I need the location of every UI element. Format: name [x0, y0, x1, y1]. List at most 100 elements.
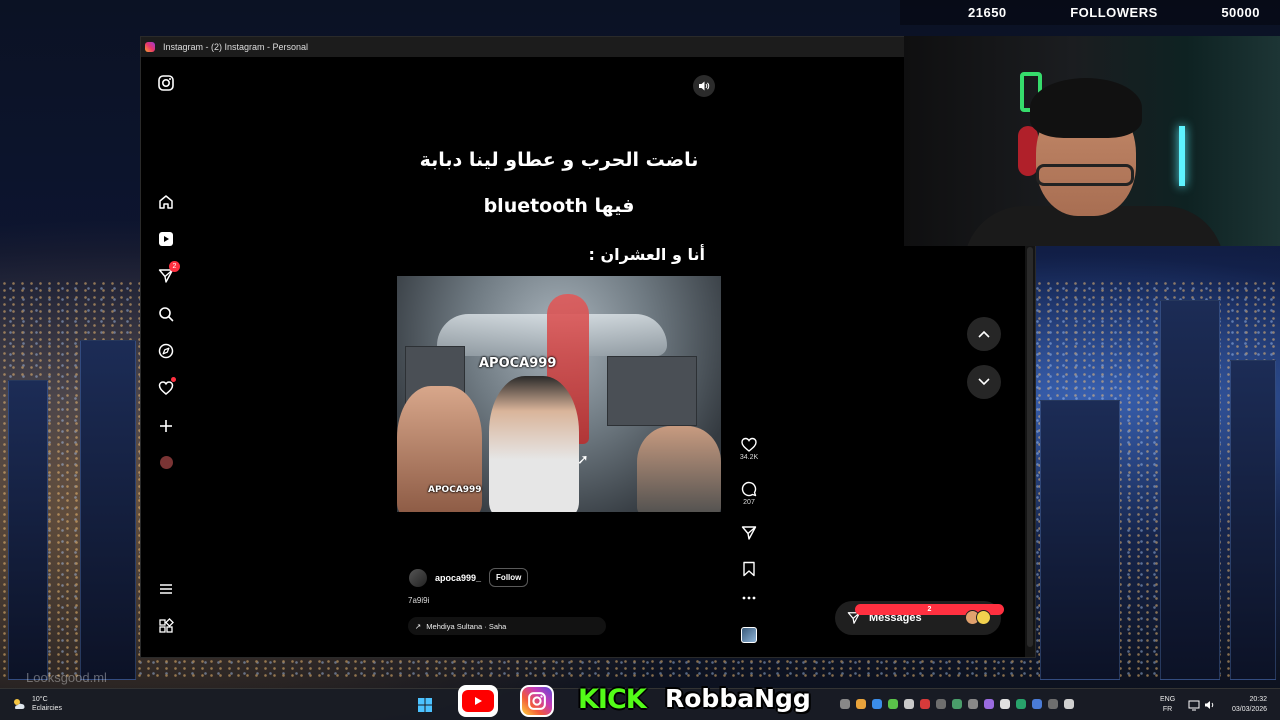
window-title: Instagram - (2) Instagram - Personal: [163, 42, 309, 52]
neon-light: [1179, 126, 1185, 186]
streamer-hair: [1030, 78, 1142, 138]
comment-button[interactable]: 207: [737, 481, 761, 506]
author-username[interactable]: apoca999_: [435, 573, 481, 583]
avatar[interactable]: [409, 568, 427, 587]
window-titlebar[interactable]: Instagram - (2) Instagram - Personal: [141, 37, 1035, 57]
comment-count: 207: [743, 499, 755, 506]
tray-icon[interactable]: [1064, 699, 1074, 709]
tray-icon[interactable]: [1032, 699, 1042, 709]
explore-icon[interactable]: [155, 340, 177, 362]
reels-icon[interactable]: [155, 228, 177, 250]
menu-icon[interactable]: [155, 578, 177, 600]
reel-author: apoca999_ Follow: [409, 568, 529, 587]
building: [80, 340, 136, 680]
tray-icon[interactable]: [840, 699, 850, 709]
volume-icon[interactable]: [1202, 697, 1218, 713]
video-background: [607, 356, 697, 426]
temperature: 10°C: [32, 696, 48, 703]
audio-track[interactable]: ↗ Mehdiya Sultana · Saha: [408, 617, 606, 635]
reel-player[interactable]: ناضت الحرب و عطاو لينا دبابة فيها blueto…: [397, 69, 721, 647]
messages-icon[interactable]: 2: [155, 261, 180, 287]
message-avatars: [965, 610, 991, 625]
tray-icon[interactable]: [888, 699, 898, 709]
building: [1160, 300, 1220, 680]
like-count: 34.2K: [739, 454, 759, 461]
avatar: [976, 610, 991, 625]
video-watermark: APOCA999: [428, 485, 482, 495]
video-watermark: APOCA999: [479, 356, 557, 371]
keyboard-layout: FR: [1162, 706, 1173, 713]
follower-goal-overlay: 21650 FOLLOWERS 50000: [900, 0, 1280, 25]
tray-icon[interactable]: [936, 699, 946, 709]
follower-goal: 50000: [1221, 5, 1260, 20]
audio-thumbnail[interactable]: [741, 627, 757, 643]
reel-caption-line: ناضت الحرب و عطاو لينا دبابة: [419, 149, 699, 171]
audio-track-label: Mehdiya Sultana · Saha: [426, 621, 507, 631]
tray-icon[interactable]: [984, 699, 994, 709]
follower-count: 21650: [968, 5, 1007, 20]
next-reel-button[interactable]: [967, 365, 1001, 399]
watermark: Looksgood.ml: [26, 670, 107, 685]
reel-video[interactable]: APOCA999 APOCA999 ➚: [397, 276, 721, 512]
comment-icon: [741, 481, 757, 497]
tray-icon[interactable]: [1000, 699, 1010, 709]
home-icon[interactable]: [155, 191, 177, 213]
language-indicator[interactable]: ENG FR: [1160, 695, 1175, 715]
tray-icon[interactable]: [872, 699, 882, 709]
heart-icon: [741, 437, 757, 452]
speaker-icon: [699, 81, 710, 91]
tray-icon[interactable]: [952, 699, 962, 709]
messages-button[interactable]: 2 Messages: [835, 601, 1004, 635]
tray-icon[interactable]: [1016, 699, 1026, 709]
tray-icon[interactable]: [856, 699, 866, 709]
youtube-logo: [458, 685, 498, 717]
more-apps-icon[interactable]: [155, 615, 177, 637]
follower-label: FOLLOWERS: [1070, 5, 1158, 20]
messages-badge: 2: [169, 261, 180, 272]
reel-caption-line: فيها bluetooth: [483, 195, 635, 217]
tray-icon[interactable]: [968, 699, 978, 709]
system-tray: [840, 699, 1074, 709]
building: [1230, 360, 1276, 680]
instagram-window: Instagram - (2) Instagram - Personal 2 ن…: [140, 36, 1036, 658]
weather-condition: Eclaircies: [32, 705, 62, 712]
clock[interactable]: 20:32 03/03/2026: [1232, 695, 1267, 715]
chevron-down-icon: [978, 378, 990, 386]
chevron-up-icon: [978, 330, 990, 338]
like-button[interactable]: 34.2K: [737, 437, 761, 461]
building: [1040, 400, 1120, 680]
language-code: ENG: [1160, 696, 1176, 703]
share-icon: [741, 526, 757, 540]
wifi-icon[interactable]: [1186, 697, 1202, 713]
instagram-logo: [520, 685, 554, 717]
tray-icon[interactable]: [1048, 699, 1058, 709]
weather-widget[interactable]: 10°C Eclaircies: [12, 695, 62, 713]
instagram-logo-icon[interactable]: [155, 72, 177, 94]
create-icon[interactable]: [155, 415, 177, 437]
search-icon[interactable]: [155, 303, 177, 325]
mouse-cursor-icon: ➚: [577, 451, 589, 467]
more-options-button[interactable]: [737, 595, 761, 601]
more-dots-icon: [742, 596, 756, 600]
follow-button[interactable]: Follow: [489, 568, 529, 587]
tray-icon[interactable]: [904, 699, 914, 709]
notifications-icon[interactable]: [155, 377, 177, 399]
partly-cloudy-icon: [14, 699, 25, 709]
glasses: [1036, 164, 1134, 186]
time: 20:32: [1249, 696, 1268, 703]
video-figure: [637, 426, 721, 512]
volume-button[interactable]: [693, 75, 715, 97]
post-caption: 7a9i9i: [408, 596, 430, 605]
save-button[interactable]: [737, 561, 761, 577]
profile-avatar[interactable]: [155, 451, 177, 473]
windows-start-icon[interactable]: [417, 697, 433, 713]
scrollbar-thumb[interactable]: [1027, 247, 1033, 647]
arrow-up-right-icon: ↗: [415, 621, 422, 631]
kick-logo: KICK: [578, 684, 647, 715]
share-button[interactable]: [737, 525, 761, 541]
streamer-handle: RobbaNgg: [665, 684, 811, 713]
building: [8, 380, 48, 680]
previous-reel-button[interactable]: [967, 317, 1001, 351]
tray-icon[interactable]: [920, 699, 930, 709]
headphones: [1018, 126, 1038, 176]
